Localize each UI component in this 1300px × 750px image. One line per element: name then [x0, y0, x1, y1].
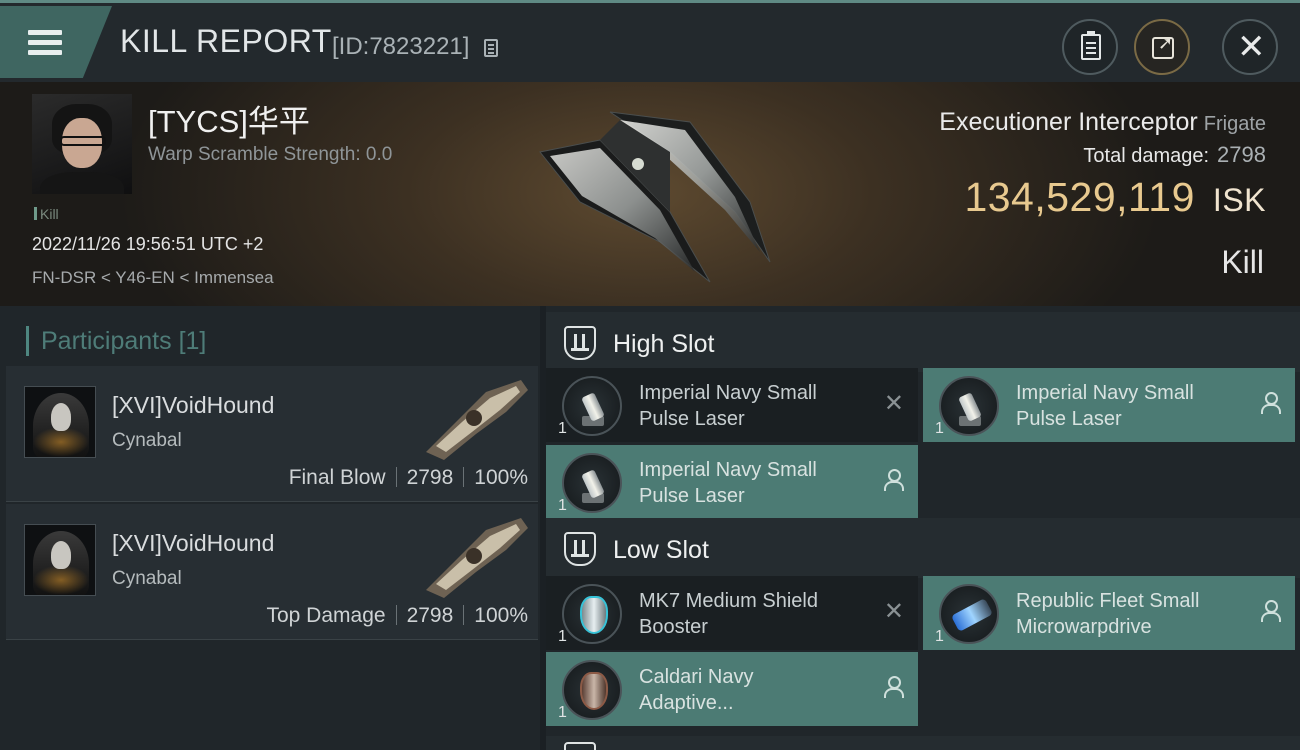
- warp-scramble-strength: Warp Scramble Strength: 0.0: [148, 144, 393, 165]
- kill-tag: Kill: [34, 206, 59, 222]
- participant-ship-image: [426, 518, 528, 598]
- shield-booster-icon: [562, 584, 622, 644]
- participant-name: [XVI]VoidHound: [112, 530, 275, 556]
- microwarpdrive-icon: [939, 584, 999, 644]
- module-name: Republic Fleet Small Microwarpdrive: [1016, 590, 1200, 638]
- victim-ship-name[interactable]: Executioner Interceptor Frigate: [939, 108, 1266, 137]
- participants-title: Participants [1]: [26, 326, 206, 356]
- high-slot-header: High Slot: [546, 312, 1300, 372]
- module-name: Caldari Navy Adaptive...: [639, 666, 754, 714]
- participant-row[interactable]: [XVI]VoidHound Cynabal Top Damage 2798 100…: [6, 504, 538, 640]
- destroyed-icon: ✕: [883, 389, 904, 417]
- participant-damage: 2798: [406, 604, 454, 627]
- close-button[interactable]: ✕: [1222, 19, 1278, 75]
- participant-avatar[interactable]: [24, 524, 96, 596]
- victim-ship-image[interactable]: [520, 92, 790, 292]
- menu-button[interactable]: [0, 6, 112, 78]
- isk-value: 134,529,119 ISK: [964, 174, 1266, 220]
- share-icon: [1152, 33, 1174, 59]
- clipboard-icon: [1081, 31, 1101, 60]
- module-quantity: 1: [558, 704, 567, 721]
- page-title: KILL REPORT: [120, 23, 332, 59]
- low-slot-icon: [564, 532, 596, 566]
- module-quantity: 1: [558, 420, 567, 437]
- participants-count: [1]: [178, 327, 207, 355]
- participant-role: Final Blow: [288, 466, 386, 489]
- participant-stats: Final Blow 2798 100%: [289, 466, 528, 490]
- high-slot-icon: [564, 326, 596, 360]
- module-quantity: 1: [558, 628, 567, 645]
- high-slot-title: High Slot: [613, 330, 715, 358]
- module-item[interactable]: 1 Republic Fleet Small Microwarpdrive: [923, 576, 1295, 650]
- participant-avatar[interactable]: [24, 386, 96, 458]
- header-bar: KILL REPORT [ID:7823221] ✕: [0, 0, 1300, 82]
- kill-banner: [TYCS]华平 Warp Scramble Strength: 0.0 Kil…: [0, 82, 1300, 306]
- module-quantity: 1: [935, 628, 944, 645]
- dropped-person-icon: [1261, 600, 1281, 622]
- total-damage-value: 2798: [1217, 142, 1266, 167]
- module-item[interactable]: 1 Imperial Navy Small Pulse Laser ✕: [546, 368, 918, 442]
- module-quantity: 1: [558, 497, 567, 514]
- module-item[interactable]: 1 MK7 Medium Shield Booster ✕: [546, 576, 918, 650]
- dropped-person-icon: [1261, 392, 1281, 414]
- clipboard-button[interactable]: [1062, 19, 1118, 75]
- participant-role: Top Damage: [266, 604, 386, 627]
- result-label: Kill: [1221, 244, 1264, 280]
- module-name: Imperial Navy Small Pulse Laser: [639, 459, 817, 507]
- next-slot-header: [546, 736, 1300, 750]
- participant-percent: 100%: [474, 604, 528, 627]
- module-item[interactable]: 1 Caldari Navy Adaptive...: [546, 652, 918, 726]
- participant-ship: Cynabal: [112, 430, 182, 451]
- victim-portrait[interactable]: [32, 94, 132, 194]
- close-icon: ✕: [1237, 27, 1266, 67]
- dropped-person-icon: [884, 469, 904, 491]
- module-name: Imperial Navy Small Pulse Laser: [639, 382, 817, 430]
- module-item[interactable]: 1 Imperial Navy Small Pulse Laser: [546, 445, 918, 519]
- fitting-panel: High Slot 1 Imperial Navy Small Pulse La…: [546, 306, 1300, 750]
- pulse-laser-icon: [562, 453, 622, 513]
- low-slot-title: Low Slot: [613, 536, 709, 564]
- module-name: Imperial Navy Small Pulse Laser: [1016, 382, 1194, 430]
- participant-ship-image: [426, 380, 528, 460]
- share-button[interactable]: [1134, 19, 1190, 75]
- participant-damage: 2798: [406, 466, 454, 489]
- copy-icon[interactable]: [484, 39, 498, 57]
- pulse-laser-icon: [939, 376, 999, 436]
- isk-unit: ISK: [1212, 182, 1266, 218]
- dropped-person-icon: [884, 676, 904, 698]
- kill-time: 2022/11/26 19:56:51 UTC +2: [32, 234, 264, 254]
- ship-class: Frigate: [1203, 113, 1266, 135]
- report-id: [ID:7823221]: [332, 33, 470, 60]
- kill-location[interactable]: FN-DSR < Y46-EN < Immensea: [32, 268, 274, 288]
- participant-name: [XVI]VoidHound: [112, 392, 275, 418]
- module-item[interactable]: 1 Imperial Navy Small Pulse Laser: [923, 368, 1295, 442]
- participant-row[interactable]: [XVI]VoidHound Cynabal Final Blow 2798 100…: [6, 366, 538, 502]
- pulse-laser-icon: [562, 376, 622, 436]
- hamburger-menu-icon: [28, 30, 62, 56]
- participant-percent: 100%: [474, 466, 528, 489]
- destroyed-icon: ✕: [883, 597, 904, 625]
- participant-stats: Top Damage 2798 100%: [266, 604, 528, 628]
- slot-icon: [564, 742, 596, 750]
- module-quantity: 1: [935, 420, 944, 437]
- participants-panel: Participants [1] [XVI]VoidHound Cynabal …: [0, 306, 540, 750]
- victim-name[interactable]: [TYCS]华平: [148, 96, 310, 141]
- participant-ship: Cynabal: [112, 568, 182, 589]
- module-name: MK7 Medium Shield Booster: [639, 590, 818, 638]
- adaptive-plating-icon: [562, 660, 622, 720]
- low-slot-header: Low Slot: [546, 518, 1300, 578]
- total-damage: Total damage: 2798: [1083, 142, 1266, 167]
